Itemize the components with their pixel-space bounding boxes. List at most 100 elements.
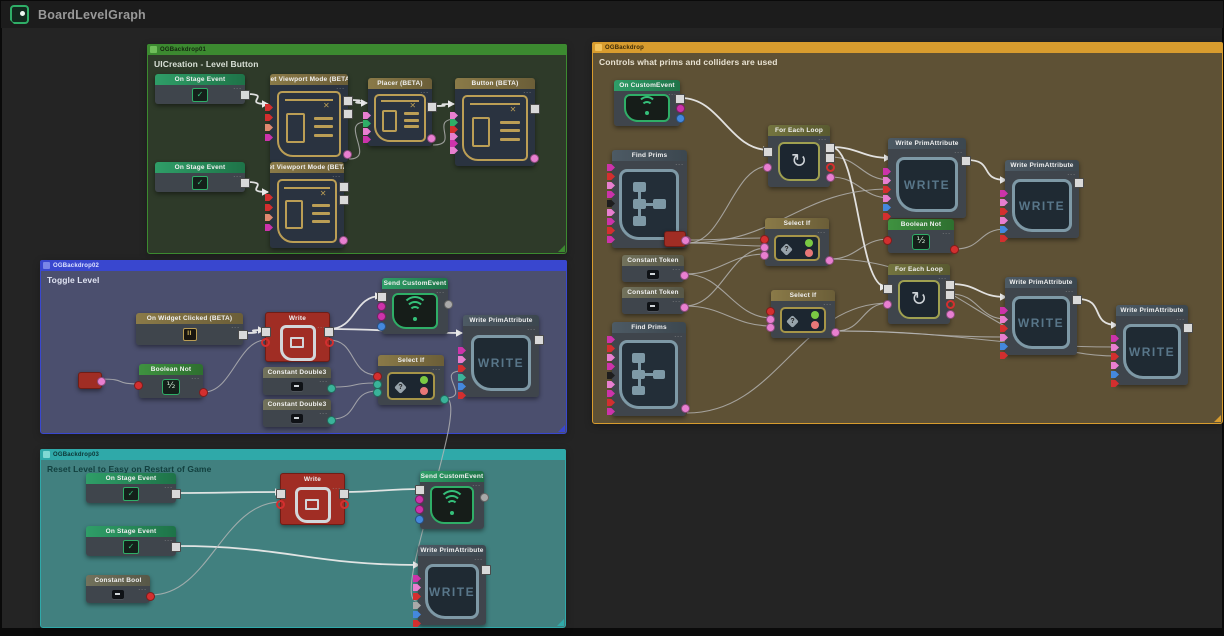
node-options-dots[interactable]: ··· [675, 162, 684, 170]
node-select-if[interactable]: Select If··· [378, 355, 444, 405]
node-write-primattribute[interactable]: Write PrimAttributeWRITE··· [1116, 305, 1188, 385]
node-write-primattribute[interactable]: Write PrimAttributeWRITE··· [418, 545, 486, 625]
pink-port[interactable] [831, 328, 840, 337]
exe-port[interactable] [530, 104, 540, 114]
node-write-primattribute[interactable]: Write PrimAttributeWRITE··· [1005, 277, 1077, 355]
pink-port[interactable] [766, 323, 775, 332]
ring-port[interactable] [826, 163, 835, 172]
node-collapsed-node[interactable] [664, 231, 686, 247]
node-placer-beta[interactable]: Placer (BETA)··· [368, 78, 432, 146]
exe-port[interactable] [324, 327, 334, 337]
frame-header-toggle-level[interactable]: OGBackdrop02 [40, 260, 567, 271]
frame-header-controls[interactable]: OGBackdrop [592, 42, 1223, 53]
exe-port[interactable] [883, 284, 893, 294]
exe-port[interactable] [1183, 323, 1193, 333]
frame-resize-handle[interactable] [558, 425, 565, 432]
node-options-dots[interactable]: ··· [474, 557, 483, 565]
node-options-dots[interactable]: ··· [823, 302, 832, 310]
exe-port[interactable] [343, 109, 353, 119]
pink-port[interactable] [763, 163, 772, 172]
pink-port[interactable] [680, 271, 689, 280]
node-on-stage-event[interactable]: On Stage Event··· [86, 526, 176, 556]
blue-port[interactable] [377, 322, 386, 331]
exe-port[interactable] [481, 565, 491, 575]
node-constant-bool[interactable]: Constant Bool··· [86, 575, 150, 603]
node-options-dots[interactable]: ··· [432, 367, 441, 375]
pink-port[interactable] [681, 404, 690, 413]
exe-port[interactable] [415, 485, 425, 495]
node-options-dots[interactable]: ··· [472, 483, 481, 491]
mag-port[interactable] [377, 312, 386, 321]
red-port[interactable] [146, 592, 155, 601]
pink-port[interactable] [825, 256, 834, 265]
node-select-if[interactable]: Select If··· [765, 218, 829, 266]
node-constant-token[interactable]: Constant Token··· [622, 255, 684, 282]
mag-port[interactable] [415, 505, 424, 514]
exe-port[interactable] [339, 489, 349, 499]
exe-port[interactable] [1074, 178, 1084, 188]
node-options-dots[interactable]: ··· [523, 90, 532, 98]
node-write[interactable]: Write··· [265, 312, 330, 362]
teal-port[interactable] [373, 388, 382, 397]
node-write[interactable]: Write··· [280, 473, 345, 525]
node-constant-token[interactable]: Constant Token··· [622, 287, 684, 314]
exe-port[interactable] [171, 489, 181, 499]
exe-port[interactable] [240, 178, 250, 188]
frame-resize-handle[interactable] [558, 245, 565, 252]
node-boolean-not[interactable]: Boolean Not··· [139, 364, 203, 398]
blue-port[interactable] [676, 114, 685, 123]
ring-port[interactable] [946, 300, 955, 309]
red-port[interactable] [950, 245, 959, 254]
node-for-each-loop[interactable]: For Each Loop··· [768, 125, 830, 187]
node-boolean-not[interactable]: Boolean Not··· [888, 219, 954, 253]
exe-port[interactable] [261, 327, 271, 337]
node-options-dots[interactable]: ··· [942, 231, 951, 239]
node-on-stage-event[interactable]: On Stage Event··· [86, 473, 176, 503]
exe-port[interactable] [427, 102, 437, 112]
node-options-dots[interactable]: ··· [332, 174, 341, 182]
pink-port[interactable] [760, 251, 769, 260]
teal-port[interactable] [440, 395, 449, 404]
exe-port[interactable] [945, 290, 955, 300]
red-port[interactable] [134, 381, 143, 390]
node-find-prims[interactable]: Find Prims··· [612, 322, 686, 416]
node-options-dots[interactable]: ··· [336, 86, 345, 94]
node-options-dots[interactable]: ··· [527, 327, 536, 335]
node-constant-double3[interactable]: Constant Double3··· [263, 367, 331, 395]
pink-port[interactable] [946, 310, 955, 319]
exe-port[interactable] [240, 90, 250, 100]
node-set-viewport-mode-beta[interactable]: Set Viewport Mode (BETA)··· [270, 74, 348, 162]
frame-header-reset-level[interactable]: OGBackdrop03 [40, 449, 566, 460]
node-options-dots[interactable]: ··· [420, 90, 429, 98]
exe-port[interactable] [534, 335, 544, 345]
node-on-stage-event[interactable]: On Stage Event··· [155, 162, 245, 192]
red-port[interactable] [883, 236, 892, 245]
node-write-primattribute[interactable]: Write PrimAttributeWRITE··· [888, 138, 966, 218]
node-set-viewport-mode-beta[interactable]: Set Viewport Mode (BETA)··· [270, 162, 344, 248]
red-port[interactable] [199, 388, 208, 397]
node-select-if[interactable]: Select If··· [771, 290, 835, 338]
node-send-customevent[interactable]: Send CustomEvent··· [382, 278, 448, 334]
node-collapsed-node[interactable] [78, 372, 102, 389]
mag-port[interactable] [415, 495, 424, 504]
pink-port[interactable] [339, 236, 348, 245]
pink-port[interactable] [530, 154, 539, 163]
node-write-primattribute[interactable]: Write PrimAttributeWRITE··· [1005, 160, 1079, 238]
ring-port[interactable] [325, 338, 334, 347]
node-for-each-loop[interactable]: For Each Loop··· [888, 264, 950, 324]
frame-resize-handle[interactable] [1214, 415, 1221, 422]
blue-port[interactable] [415, 515, 424, 524]
ring-port[interactable] [340, 500, 349, 509]
node-on-customevent[interactable]: On CustomEvent··· [614, 80, 680, 126]
node-on-widget-clicked-beta[interactable]: On Widget Clicked (BETA)··· [136, 313, 243, 345]
exe-port[interactable] [961, 156, 971, 166]
mag-port[interactable] [676, 104, 685, 113]
node-on-stage-event[interactable]: On Stage Event··· [155, 74, 245, 104]
exe-port[interactable] [343, 96, 353, 106]
exe-port[interactable] [339, 195, 349, 205]
ring-port[interactable] [261, 338, 270, 347]
node-constant-double3[interactable]: Constant Double3··· [263, 399, 331, 427]
exe-port[interactable] [825, 153, 835, 163]
exe-port[interactable] [945, 280, 955, 290]
pink-port[interactable] [681, 236, 690, 245]
